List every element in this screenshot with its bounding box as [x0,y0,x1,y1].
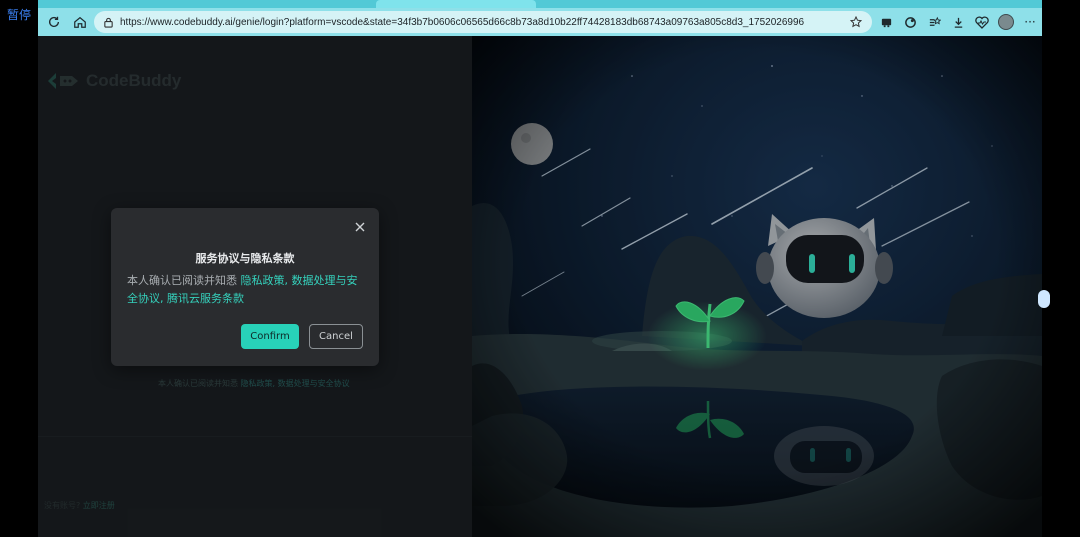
divider [38,436,472,437]
tab-strip [38,0,1042,8]
close-icon[interactable] [351,218,369,236]
agreement-notice: 本人确认已阅读并知悉 隐私政策, 数据处理与安全协议 [158,378,350,389]
active-tab[interactable] [376,0,536,8]
profile-icon[interactable] [994,10,1018,34]
cancel-button[interactable]: Cancel [309,324,363,349]
extension-icon[interactable] [874,10,898,34]
browser-window: https://www.codebuddy.ai/genie/login?pla… [38,0,1042,537]
dialog-body: 本人确认已阅读并知悉 隐私政策, 数据处理与安全协议, 腾讯云服务条款 [127,272,361,308]
signup-prefix: 没有账号? [44,501,81,510]
confirm-button[interactable]: Confirm [241,324,299,349]
collections-icon[interactable] [922,10,946,34]
night-scene-illustration [472,36,1042,537]
hero-illustration [472,36,1042,537]
agreement-notice-text: 本人确认已阅读并知悉 [158,379,238,388]
agreement-dialog: 服务协议与隐私条款 本人确认已阅读并知悉 隐私政策, 数据处理与安全协议, 腾讯… [111,208,379,366]
agreement-notice-links[interactable]: 隐私政策, 数据处理与安全协议 [241,379,350,388]
reload-icon[interactable] [42,10,66,34]
more-icon[interactable]: ··· [1018,10,1042,34]
lock-icon[interactable] [98,12,118,32]
home-icon[interactable] [68,10,92,34]
download-icon[interactable] [946,10,970,34]
brand-name: CodeBuddy [86,71,182,90]
codebuddy-logo-icon [48,73,78,89]
separator: , [160,292,167,305]
tencent-cloud-terms-link[interactable]: 腾讯云服务条款 [167,292,244,305]
toolbar-right: ··· [874,8,1042,36]
dialog-text: 本人确认已阅读并知悉 [127,274,237,287]
privacy-policy-link[interactable]: 隐私政策 [241,274,285,287]
signup-prompt: 没有账号? 立即注册 [44,500,115,511]
address-bar[interactable]: https://www.codebuddy.ai/genie/login?pla… [94,11,872,33]
url-text[interactable]: https://www.codebuddy.ai/genie/login?pla… [120,17,846,28]
browser-toolbar: https://www.codebuddy.ai/genie/login?pla… [38,8,1042,36]
brand-logo: CodeBuddy [46,70,181,92]
star-icon[interactable] [846,12,866,32]
pause-label[interactable]: 暂停 [7,6,31,23]
separator: , [284,274,292,287]
login-page: CodeBuddy 本人确认已阅读并知悉 隐私政策, 数据处理与安全协议 没有账… [38,36,1042,537]
signup-link[interactable]: 立即注册 [83,501,115,510]
health-icon[interactable] [970,10,994,34]
copilot-icon[interactable] [898,10,922,34]
sidebar-handle[interactable] [1038,290,1050,308]
dialog-title: 服务协议与隐私条款 [195,252,295,265]
